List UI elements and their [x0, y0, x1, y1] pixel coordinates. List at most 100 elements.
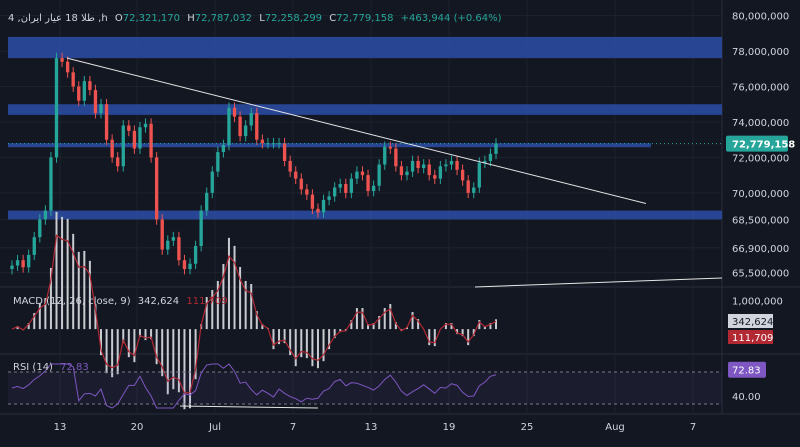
candle-body	[238, 116, 242, 137]
candle-body	[93, 90, 98, 114]
x-tick-label: 7	[290, 422, 296, 433]
rsi-y-tick-label: 40.00	[732, 392, 761, 403]
candle-body	[243, 125, 248, 137]
high-label: H72,787,032	[187, 13, 253, 24]
candle-body	[255, 113, 259, 140]
candle-body	[266, 143, 270, 145]
candle-body	[433, 175, 437, 179]
candle-body	[349, 178, 354, 193]
candle-body	[154, 157, 159, 220]
y-tick-label: 80,000,000	[732, 12, 789, 23]
rsi-name: RSI (14)	[13, 362, 53, 373]
candle-body	[360, 171, 365, 176]
candle-body	[472, 187, 476, 193]
low-label: L72,258,299	[259, 13, 323, 24]
macd-legend[interactable]: MACD (12, 26, close, 9) 342,624 111,709	[13, 296, 228, 307]
candle-body	[288, 160, 292, 172]
y-tick-label: 66,900,000	[732, 244, 789, 255]
candle-body	[38, 219, 42, 238]
x-tick-label: 20	[131, 422, 144, 433]
candle-body	[15, 260, 20, 266]
candle-body	[455, 160, 459, 170]
y-tick-label: 65,500,000	[732, 269, 789, 280]
y-tick-label: 72,000,000	[732, 153, 789, 164]
candle-body	[138, 127, 142, 149]
candle-body	[405, 171, 409, 176]
candle-body	[460, 169, 465, 181]
y-tick-label: 78,000,000	[732, 47, 789, 58]
candle-body	[344, 183, 348, 193]
candle-body	[127, 125, 131, 131]
candle-body	[193, 246, 198, 264]
rsi-legend[interactable]: RSI (14) 72.83	[13, 362, 89, 373]
candle-body	[60, 58, 64, 62]
candle-body	[494, 143, 498, 154]
candle-body	[171, 237, 176, 241]
candle-body	[205, 192, 209, 211]
candle-body	[221, 145, 226, 153]
candle-body	[188, 263, 192, 270]
macd-signal-badge-value: 111,709	[732, 333, 773, 344]
candle-body	[332, 187, 337, 197]
candle-body	[121, 125, 125, 167]
candle-body	[71, 72, 75, 87]
candle-body	[449, 160, 454, 165]
rsi-value-badge-text: 72.83	[732, 366, 761, 377]
y-tick-label: 68,500,000	[732, 215, 789, 226]
candle-body	[294, 171, 298, 179]
candle-body	[444, 164, 448, 167]
support-resistance-zone	[8, 36, 722, 59]
support-resistance-zone	[8, 210, 722, 220]
candle-body	[338, 183, 342, 188]
x-tick-label: Aug	[605, 422, 625, 433]
candle-body	[49, 157, 53, 211]
candle-body	[232, 107, 237, 117]
candle-body	[21, 260, 25, 268]
candle-body	[310, 194, 315, 209]
x-tick-label: Jul	[208, 422, 221, 433]
candle-body	[27, 254, 31, 268]
candle-body	[488, 153, 493, 161]
candle-body	[371, 185, 376, 192]
candle-body	[316, 208, 320, 213]
candle-body	[410, 160, 415, 172]
candle-body	[82, 81, 86, 101]
candle-body	[99, 104, 103, 114]
candle-body	[116, 157, 120, 167]
open-label: O72,321,170	[114, 13, 181, 24]
macd-signal-value: 111,709	[186, 296, 228, 307]
y-tick-label: 76,000,000	[732, 83, 789, 94]
x-tick-label: 19	[443, 422, 456, 433]
chart-canvas[interactable]: 13 20 Jul 7 13 19 25 Aug 7 80,000,000 78,000,000 76…	[0, 0, 800, 447]
candle-body	[282, 143, 287, 161]
x-tick-label: 25	[521, 422, 534, 433]
candle-body	[388, 146, 392, 149]
close-label: C72,779,158	[329, 13, 394, 24]
candle-body	[249, 113, 253, 126]
macd-name: MACD (12, 26, close, 9)	[13, 296, 131, 307]
candle-body	[10, 265, 14, 270]
x-tick-label: 7	[690, 422, 696, 433]
x-tick-label: 13	[365, 422, 378, 433]
candle-body	[355, 171, 359, 179]
candle-body	[227, 107, 231, 145]
candle-body	[182, 260, 187, 270]
candle-body	[132, 130, 137, 149]
candle-body	[216, 152, 220, 172]
y-tick-label: 70,000,000	[732, 189, 789, 200]
candle-body	[466, 180, 470, 193]
last-price-value: 72,779,158	[732, 140, 795, 151]
candle-body	[327, 196, 331, 200]
candle-body	[32, 237, 36, 255]
rsi-band-fill	[8, 372, 722, 404]
candle-body	[399, 166, 404, 176]
candle-body	[43, 210, 48, 220]
candle-body	[166, 240, 170, 250]
symbol-name[interactable]: 4 ,طلا 18 عیار ایران ,h	[8, 13, 108, 24]
symbol-header: 4 ,طلا 18 عیار ایران ,h O72,321,170 H72,…	[8, 13, 506, 24]
macd-hist-value: 342,624	[137, 296, 180, 307]
candle-body	[260, 139, 265, 144]
x-tick-label: 13	[54, 422, 67, 433]
candle-body	[438, 166, 443, 179]
y-tick-label: 74,000,000	[732, 118, 789, 129]
